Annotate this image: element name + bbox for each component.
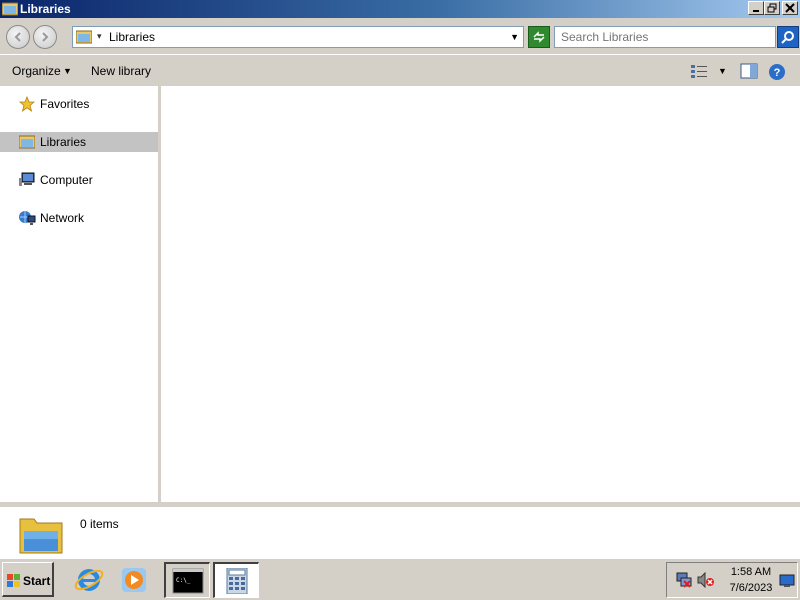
view-options-dropdown-icon[interactable]: ▼: [718, 66, 727, 76]
nav-label-favorites: Favorites: [40, 97, 90, 111]
breadcrumb-separator-icon[interactable]: ▾: [97, 31, 102, 42]
nav-item-network[interactable]: Network: [0, 208, 158, 228]
start-label: Start: [23, 574, 51, 588]
nav-item-favorites[interactable]: Favorites: [0, 94, 158, 114]
nav-item-computer[interactable]: Computer: [0, 170, 158, 190]
address-dropdown-icon[interactable]: ▼: [510, 32, 519, 42]
show-desktop-icon[interactable]: [779, 574, 795, 591]
item-count: 0 items: [80, 517, 119, 531]
nav-label-network: Network: [40, 211, 85, 225]
refresh-button[interactable]: [528, 26, 550, 48]
network-status-icon[interactable]: [675, 572, 693, 591]
address-row: ▾ Libraries ▼: [0, 18, 800, 54]
start-button[interactable]: Start: [2, 562, 54, 597]
nav-label-libraries: Libraries: [40, 135, 87, 149]
new-library-button[interactable]: New library: [91, 64, 151, 78]
system-tray: 1:58 AM 7/6/2023: [666, 562, 798, 598]
star-icon: [18, 95, 36, 115]
libraries-large-icon: [18, 511, 64, 560]
organize-dropdown-icon[interactable]: ▼: [63, 66, 72, 76]
media-player-icon[interactable]: [118, 563, 152, 597]
search-input[interactable]: [554, 26, 776, 48]
nav-item-libraries[interactable]: Libraries: [0, 132, 158, 152]
close-button[interactable]: [782, 1, 798, 15]
svg-text:?: ?: [774, 67, 781, 79]
window-title: Libraries: [20, 2, 71, 16]
restore-button[interactable]: [764, 1, 780, 15]
organize-button[interactable]: Organize: [12, 64, 61, 78]
search-icon: [781, 31, 794, 44]
details-pane: 0 items: [0, 502, 800, 558]
computer-icon: [19, 172, 36, 191]
forward-button[interactable]: [33, 25, 57, 49]
command-bar: Organize ▼ New library ▼ ?: [0, 54, 800, 86]
internet-explorer-icon[interactable]: [72, 563, 106, 597]
libraries-icon: [18, 134, 36, 153]
clock-date[interactable]: 7/6/2023: [725, 582, 777, 594]
command-prompt-task[interactable]: C:\_: [164, 562, 210, 598]
navigation-pane: Favorites Libraries Computer Network: [0, 86, 158, 502]
address-bar[interactable]: ▾ Libraries ▼: [72, 26, 524, 48]
file-list-area[interactable]: [161, 86, 800, 502]
title-bar[interactable]: Libraries: [0, 0, 800, 18]
calculator-task[interactable]: [213, 562, 259, 598]
minimize-button[interactable]: [748, 1, 764, 15]
volume-muted-icon[interactable]: [697, 571, 715, 591]
calculator-icon: [226, 568, 248, 594]
taskbar: Start C:\_ 1:58 AM 7/6/2023: [0, 558, 800, 600]
search-button[interactable]: [777, 26, 799, 48]
change-view-icon[interactable]: [690, 63, 708, 82]
nav-label-computer: Computer: [40, 173, 93, 187]
clock-time[interactable]: 1:58 AM: [729, 566, 773, 578]
network-icon: [19, 210, 36, 229]
breadcrumb-libraries[interactable]: Libraries: [109, 30, 155, 44]
help-icon[interactable]: ?: [768, 63, 786, 84]
command-prompt-icon: C:\_: [172, 568, 204, 594]
back-button[interactable]: [6, 25, 30, 49]
windows-logo-icon: [7, 574, 20, 587]
preview-pane-icon[interactable]: [740, 63, 758, 82]
libraries-icon: [75, 30, 93, 47]
libraries-folder-icon: [1, 1, 19, 16]
svg-text:C:\_: C:\_: [176, 577, 191, 584]
